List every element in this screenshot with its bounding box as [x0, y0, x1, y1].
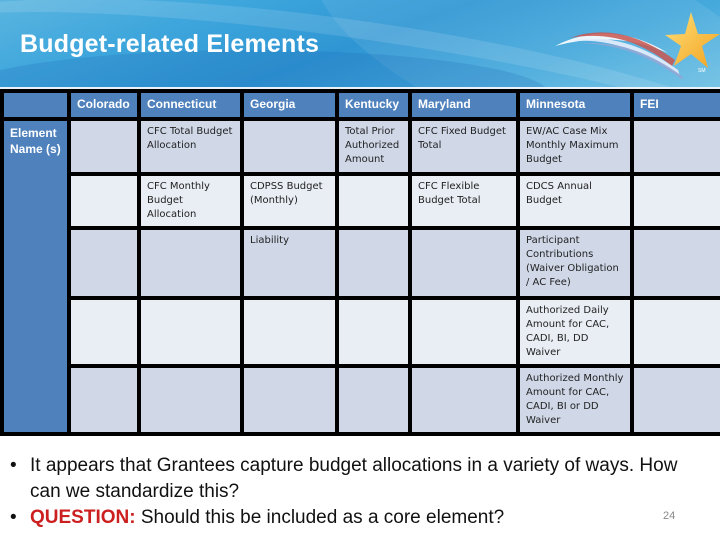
table-cell: [240, 296, 339, 368]
title-banner: Budget-related Elements SM: [0, 0, 720, 87]
table-cell: Participant Contributions (Waiver Obliga…: [516, 226, 634, 300]
bullet-text: Should this be included as a core elemen…: [135, 507, 505, 528]
table-cell: [335, 172, 412, 230]
budget-elements-table: Colorado Connecticut Georgia Kentucky Ma…: [0, 89, 720, 436]
table-row: Element Name (s) CFC Total Budget Alloca…: [0, 117, 720, 436]
table-cell: [630, 296, 720, 368]
table-cell: [67, 172, 141, 230]
bullet-item: • QUESTION: Should this be included as a…: [8, 505, 708, 531]
table-cell: [335, 226, 412, 300]
table-cell: CDPSS Budget (Monthly): [240, 172, 339, 230]
table-cell: [630, 117, 720, 176]
table-cell: [137, 296, 244, 368]
question-label: QUESTION:: [30, 507, 136, 528]
column-header-maryland: Maryland: [408, 89, 520, 121]
table-row: Authorized Monthly Amount for CAC, CADI,…: [2, 364, 720, 436]
table-row: Liability Participant Contributions (Wai…: [2, 226, 720, 300]
bullet-item: • It appears that Grantees capture budge…: [8, 453, 708, 505]
bullet-list: • It appears that Grantees capture budge…: [8, 453, 708, 531]
slide-title: Budget-related Elements: [20, 30, 320, 58]
table-cell: CFC Fixed Budget Total: [408, 117, 520, 176]
column-header-connecticut: Connecticut: [137, 89, 244, 121]
table-cell: [137, 364, 244, 436]
table-row: CFC Monthly Budget Allocation CDPSS Budg…: [2, 172, 720, 230]
table-row: Authorized Daily Amount for CAC, CADI, B…: [2, 296, 720, 368]
table-cell: [630, 364, 720, 436]
table-cell: Authorized Daily Amount for CAC, CADI, B…: [516, 296, 634, 368]
column-header-minnesota: Minnesota: [516, 89, 634, 121]
table-cell: [630, 172, 720, 230]
table-header-row: Colorado Connecticut Georgia Kentucky Ma…: [0, 89, 720, 121]
table-cell: CDCS Annual Budget: [516, 172, 634, 230]
bullet-text: It appears that Grantees capture budget …: [30, 455, 678, 502]
column-header-fei: FEI: [630, 89, 720, 121]
table-cell: [67, 296, 141, 368]
column-header-georgia: Georgia: [240, 89, 339, 121]
bullet-dot-icon: •: [10, 507, 17, 528]
table-cell: CFC Flexible Budget Total: [408, 172, 520, 230]
column-header-colorado: Colorado: [67, 89, 141, 121]
table-cell: EW/AC Case Mix Monthly Maximum Budget: [516, 117, 634, 176]
table-cell: Total Prior Authorized Amount: [335, 117, 412, 176]
table-cell: [408, 364, 520, 436]
row-header-element-names: Element Name (s): [0, 117, 71, 436]
column-header-kentucky: Kentucky: [335, 89, 412, 121]
table-cell: CFC Monthly Budget Allocation: [137, 172, 244, 230]
table-cell: [67, 364, 141, 436]
table-cell: [240, 364, 339, 436]
table-cell: [67, 226, 141, 300]
table-cell: Authorized Monthly Amount for CAC, CADI,…: [516, 364, 634, 436]
header-corner: [0, 89, 71, 121]
table-cell: [630, 226, 720, 300]
table-cell: [240, 117, 339, 176]
table-cell: Liability: [240, 226, 339, 300]
table-cell: [408, 226, 520, 300]
page-number: 24: [663, 510, 676, 522]
table-cell: [335, 364, 412, 436]
table-cell: [335, 296, 412, 368]
bullet-dot-icon: •: [10, 455, 17, 476]
table-cell: [408, 296, 520, 368]
table-cell: [137, 226, 244, 300]
table-cell: [67, 117, 141, 176]
trademark-mark: SM: [698, 68, 706, 74]
table-cell: CFC Total Budget Allocation: [137, 117, 244, 176]
shooting-star-logo-icon: SM: [555, 12, 720, 80]
